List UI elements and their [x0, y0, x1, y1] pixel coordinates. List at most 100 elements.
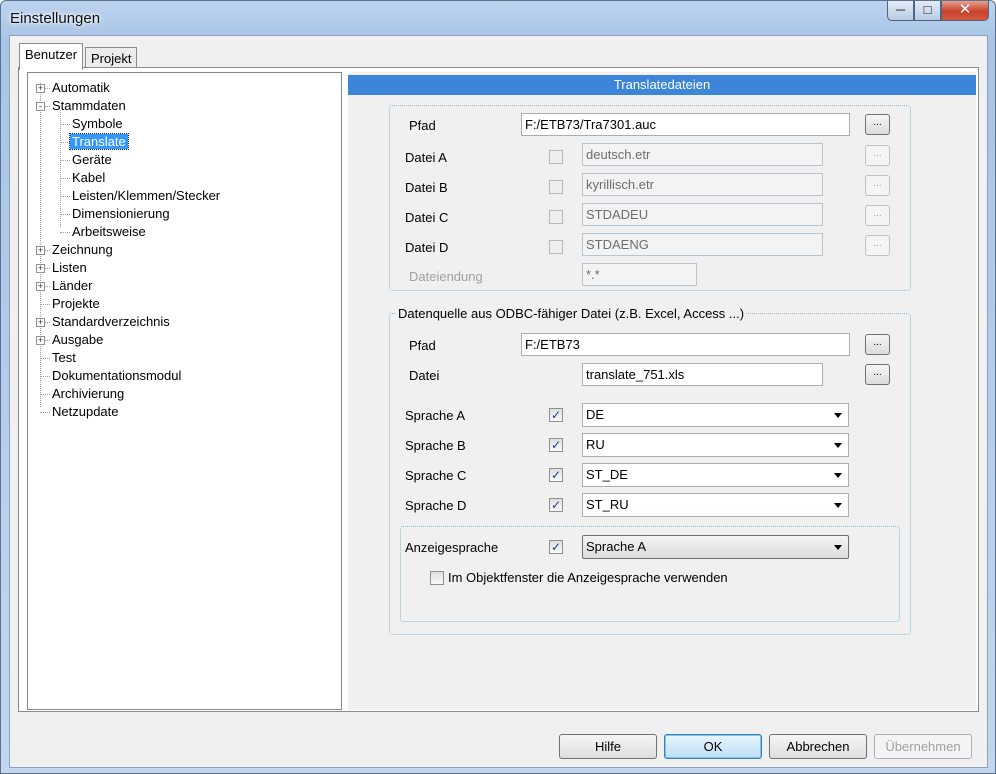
expand-icon[interactable]: +: [36, 84, 45, 93]
tab-benutzer[interactable]: Benutzer: [19, 43, 84, 70]
tree-item[interactable]: Ausgabe: [50, 331, 105, 349]
tree-item-label: Zeichnung: [52, 242, 113, 257]
tree-item-label: Symbole: [72, 116, 123, 131]
ok-button[interactable]: OK: [664, 734, 762, 759]
help-button[interactable]: Hilfe: [559, 734, 657, 759]
collapse-icon[interactable]: -: [36, 102, 45, 111]
sprache-b-value: RU: [586, 437, 605, 452]
anzeigesprache-checkbox[interactable]: ✓: [549, 540, 563, 554]
tree-item[interactable]: Geräte: [70, 151, 114, 169]
tree-line: [60, 196, 70, 197]
sprache-b-checkbox[interactable]: ✓: [549, 438, 563, 452]
datei-b-checkbox[interactable]: [549, 180, 563, 194]
datei-a-browse-button[interactable]: ...: [865, 145, 890, 166]
tree-item[interactable]: Standardverzeichnis: [50, 313, 172, 331]
sprache-b-select[interactable]: RU: [582, 433, 849, 457]
datei-b-browse-button[interactable]: ...: [865, 175, 890, 196]
tree-item[interactable]: Netzupdate: [50, 403, 121, 421]
tree-item-label: Arbeitsweise: [72, 224, 146, 239]
sprache-c-checkbox[interactable]: ✓: [549, 468, 563, 482]
sprache-d-checkbox[interactable]: ✓: [549, 498, 563, 512]
maximize-icon: □: [923, 2, 932, 17]
sprache-a-label: Sprache A: [405, 408, 465, 423]
objektfenster-label: Im Objektfenster die Anzeigesprache verw…: [448, 570, 728, 585]
tree-item-label: Dimensionierung: [72, 206, 170, 221]
datei-d-checkbox[interactable]: [549, 240, 563, 254]
tree-item-label: Automatik: [52, 80, 110, 95]
tree-item-label: Dokumentationsmodul: [52, 368, 182, 383]
datei-c-field[interactable]: STDADEU: [582, 203, 823, 226]
tree-item[interactable]: Projekte: [50, 295, 102, 313]
tree-item[interactable]: Translate: [69, 133, 129, 151]
datei-c-checkbox[interactable]: [549, 210, 563, 224]
tree-item[interactable]: Automatik: [50, 79, 112, 97]
anzeigesprache-select[interactable]: Sprache A: [582, 535, 849, 559]
datei-b-label: Datei B: [405, 180, 448, 195]
chevron-down-icon: [834, 413, 842, 418]
settings-tree[interactable]: Automatik + Stammdaten - Symbole Translate Ger…: [27, 72, 342, 710]
tree-item[interactable]: Dokumentationsmodul: [50, 367, 183, 385]
minimize-button[interactable]: ─: [887, 1, 914, 21]
tree-item[interactable]: Arbeitsweise: [70, 223, 148, 241]
pfad-label: Pfad: [409, 118, 436, 133]
tree-item-label: Ausgabe: [52, 332, 104, 347]
datei-d-browse-button[interactable]: ...: [865, 235, 890, 256]
tree-item[interactable]: Leisten/Klemmen/Stecker: [70, 187, 222, 205]
odbc-pfad-browse-button[interactable]: ...: [865, 334, 890, 355]
sprache-a-checkbox[interactable]: ✓: [549, 408, 563, 422]
tree-item-label: Kabel: [72, 170, 106, 185]
tree-item[interactable]: Kabel: [70, 169, 107, 187]
close-button[interactable]: ✕: [941, 1, 989, 21]
settings-window: Einstellungen ─ □ ✕ Benutzer Projekt Aut…: [0, 0, 996, 774]
sprache-d-label: Sprache D: [405, 498, 467, 513]
expand-icon[interactable]: +: [36, 246, 45, 255]
odbc-datei-browse-button[interactable]: ...: [865, 364, 890, 385]
expand-icon[interactable]: +: [36, 282, 45, 291]
tree-item[interactable]: Zeichnung: [50, 241, 115, 259]
objektfenster-checkbox[interactable]: [430, 571, 444, 585]
odbc-pfad-label: Pfad: [409, 338, 436, 353]
tree-item[interactable]: Länder: [50, 277, 94, 295]
tree-line: [60, 142, 70, 143]
maximize-button[interactable]: □: [914, 1, 941, 21]
tab-benutzer-label: Benutzer: [25, 47, 78, 62]
sprache-c-select[interactable]: ST_DE: [582, 463, 849, 487]
minimize-icon: ─: [895, 2, 906, 17]
translate-pfad-browse-button[interactable]: ...: [865, 114, 890, 135]
sprache-b-label: Sprache B: [405, 438, 466, 453]
chevron-down-icon: [834, 443, 842, 448]
tree-item[interactable]: Archivierung: [50, 385, 126, 403]
datei-c-browse-button[interactable]: ...: [865, 205, 890, 226]
title-bar[interactable]: Einstellungen ─ □ ✕: [1, 1, 995, 35]
tree-item-label: Stammdaten: [52, 98, 126, 113]
expand-icon[interactable]: +: [36, 264, 45, 273]
tree-line: [40, 304, 50, 305]
dateiendung-field[interactable]: *.*: [582, 263, 697, 286]
expand-icon[interactable]: +: [36, 318, 45, 327]
expand-icon[interactable]: +: [36, 336, 45, 345]
tree-item[interactable]: Listen: [50, 259, 89, 277]
tree-line: [60, 178, 70, 179]
translate-pfad-field[interactable]: F:/ETB73/Tra7301.auc: [521, 113, 850, 136]
datei-b-field[interactable]: kyrillisch.etr: [582, 173, 823, 196]
tree-item-label: Test: [52, 350, 76, 365]
tree-item-label: Projekte: [52, 296, 100, 311]
apply-button[interactable]: Übernehmen: [874, 734, 972, 759]
cancel-button[interactable]: Abbrechen: [769, 734, 867, 759]
datei-d-field[interactable]: STDAENG: [582, 233, 823, 256]
odbc-pfad-field[interactable]: F:/ETB73: [521, 333, 850, 356]
chevron-down-icon: [834, 545, 842, 550]
tree-item[interactable]: Dimensionierung: [70, 205, 172, 223]
tree-item-label: Geräte: [72, 152, 112, 167]
odbc-datei-field[interactable]: translate_751.xls: [582, 363, 823, 386]
tree-item-label: Listen: [52, 260, 87, 275]
datei-a-checkbox[interactable]: [549, 150, 563, 164]
tree-line: [60, 124, 70, 125]
tree-item[interactable]: Test: [50, 349, 78, 367]
tree-item[interactable]: Stammdaten: [50, 97, 128, 115]
sprache-a-select[interactable]: DE: [582, 403, 849, 427]
tree-item[interactable]: Symbole: [70, 115, 125, 133]
sprache-d-select[interactable]: ST_RU: [582, 493, 849, 517]
datei-a-field[interactable]: deutsch.etr: [582, 143, 823, 166]
sprache-a-value: DE: [586, 407, 605, 422]
